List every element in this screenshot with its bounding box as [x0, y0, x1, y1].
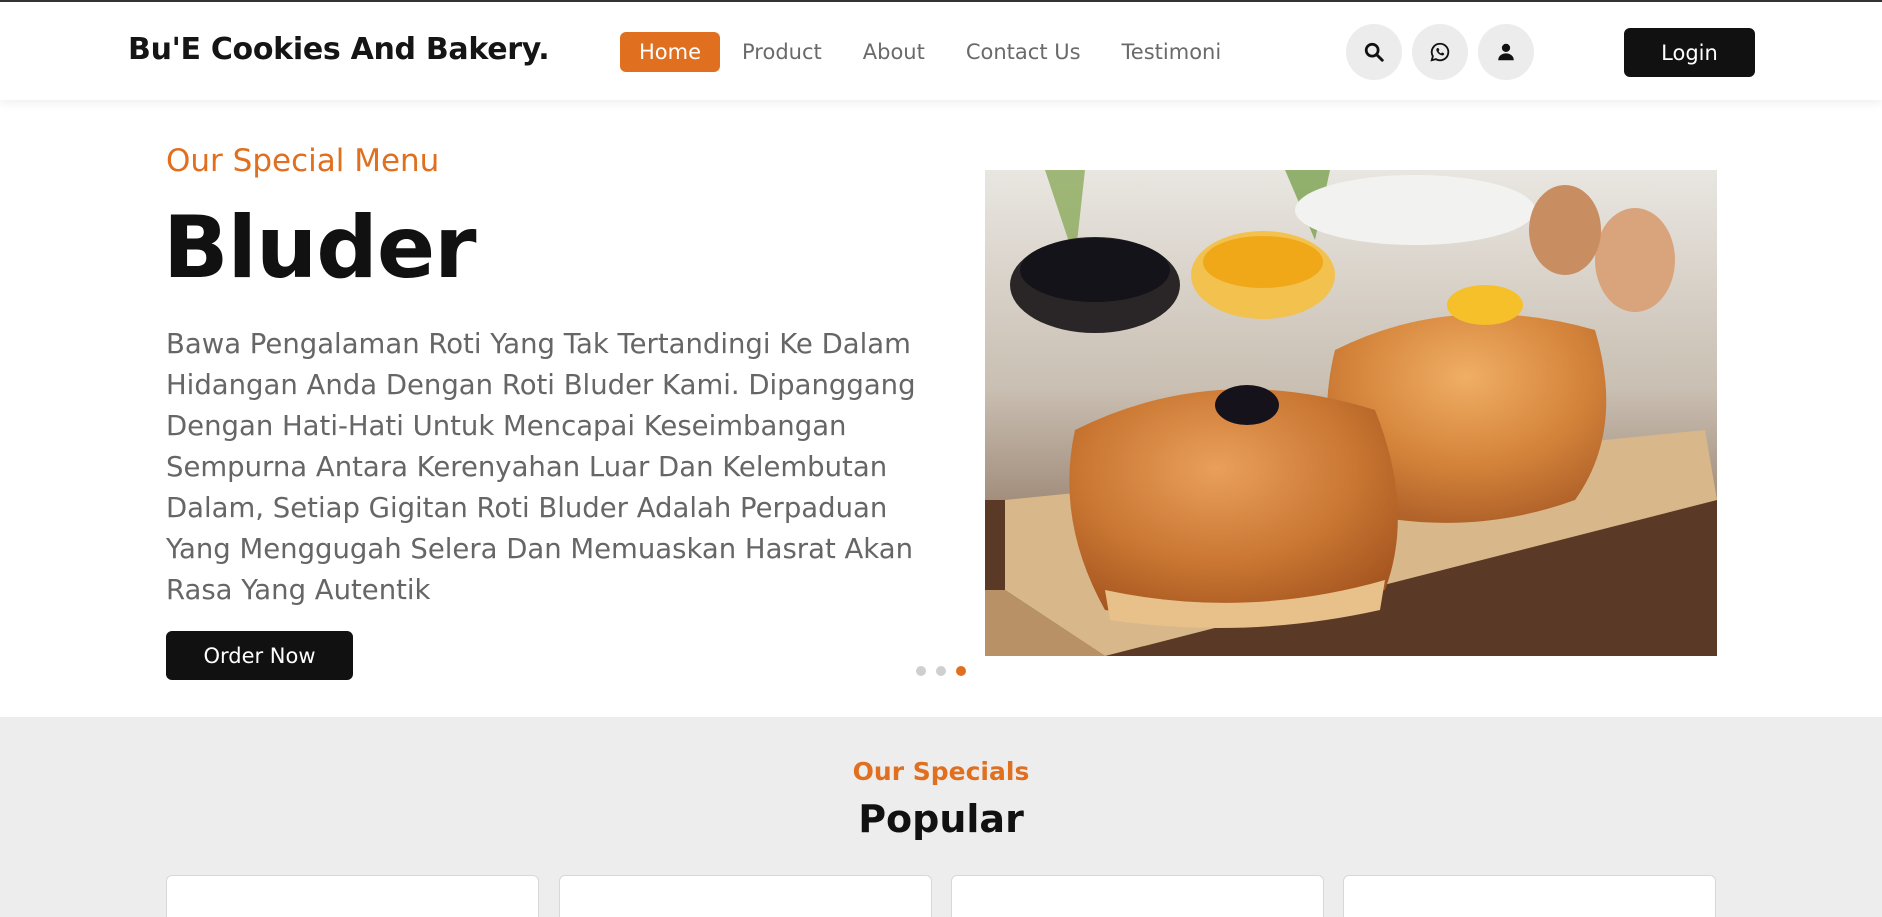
- product-card[interactable]: [559, 875, 932, 917]
- search-icon: [1364, 42, 1384, 62]
- hero-product-image: [985, 170, 1717, 656]
- carousel-dot-1[interactable]: [916, 666, 926, 676]
- login-button[interactable]: Login: [1624, 28, 1755, 77]
- hero-title: Bluder: [163, 198, 477, 298]
- nav-contact-us[interactable]: Contact Us: [966, 32, 1081, 72]
- search-button[interactable]: [1346, 24, 1402, 80]
- product-card[interactable]: [1343, 875, 1716, 917]
- brand-logo[interactable]: Bu'E Cookies And Bakery.: [128, 32, 550, 67]
- whatsapp-icon: [1430, 42, 1450, 62]
- user-icon: [1498, 43, 1514, 61]
- specials-subtitle: Our Specials: [852, 757, 1030, 786]
- nav-about[interactable]: About: [863, 32, 925, 72]
- carousel-dot-2[interactable]: [936, 666, 946, 676]
- user-button[interactable]: [1478, 24, 1534, 80]
- specials-title: Popular: [858, 797, 1024, 841]
- nav-product[interactable]: Product: [742, 32, 822, 72]
- main-nav: Home Product About Contact Us Testimoni: [620, 32, 1262, 72]
- carousel-dot-3[interactable]: [956, 666, 966, 676]
- specials-section: Our Specials Popular: [0, 717, 1882, 917]
- site-header: Bu'E Cookies And Bakery. Home Product Ab…: [0, 0, 1882, 100]
- hero-subtitle: Our Special Menu: [166, 143, 440, 179]
- nav-home[interactable]: Home: [620, 32, 721, 72]
- whatsapp-button[interactable]: [1412, 24, 1468, 80]
- order-now-button[interactable]: Order Now: [166, 631, 353, 680]
- carousel-indicators: [916, 666, 976, 676]
- product-card[interactable]: [166, 875, 539, 917]
- nav-testimoni[interactable]: Testimoni: [1122, 32, 1222, 72]
- hero-description: Bawa Pengalaman Roti Yang Tak Tertanding…: [166, 328, 916, 606]
- product-card[interactable]: [951, 875, 1324, 917]
